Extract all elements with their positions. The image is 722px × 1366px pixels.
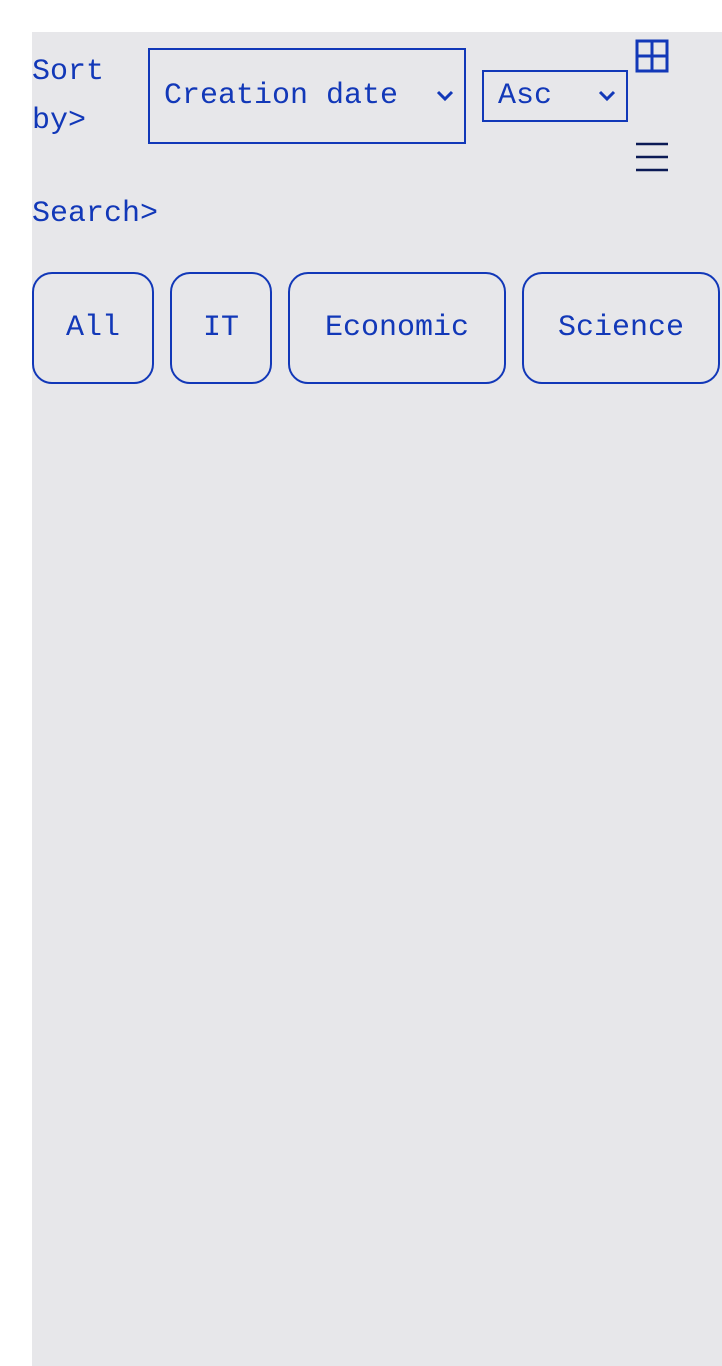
chevron-down-icon (598, 90, 616, 102)
category-chip-economic[interactable]: Economic (288, 272, 506, 384)
search-label[interactable]: Search> (32, 192, 158, 236)
sort-by-label: Sort by> (32, 55, 105, 138)
list-view-icon[interactable] (634, 140, 670, 174)
sort-field-value: Creation date (164, 79, 399, 113)
sort-order-value: Asc (498, 79, 553, 113)
sort-field-select[interactable]: Creation date (148, 48, 466, 144)
category-chip-science[interactable]: Science (522, 272, 720, 384)
sort-order-select[interactable]: Asc (482, 70, 628, 122)
grid-view-icon[interactable] (634, 38, 670, 74)
chevron-down-icon (436, 90, 454, 102)
category-chip-it[interactable]: IT (170, 272, 272, 384)
category-chip-all[interactable]: All (32, 272, 154, 384)
